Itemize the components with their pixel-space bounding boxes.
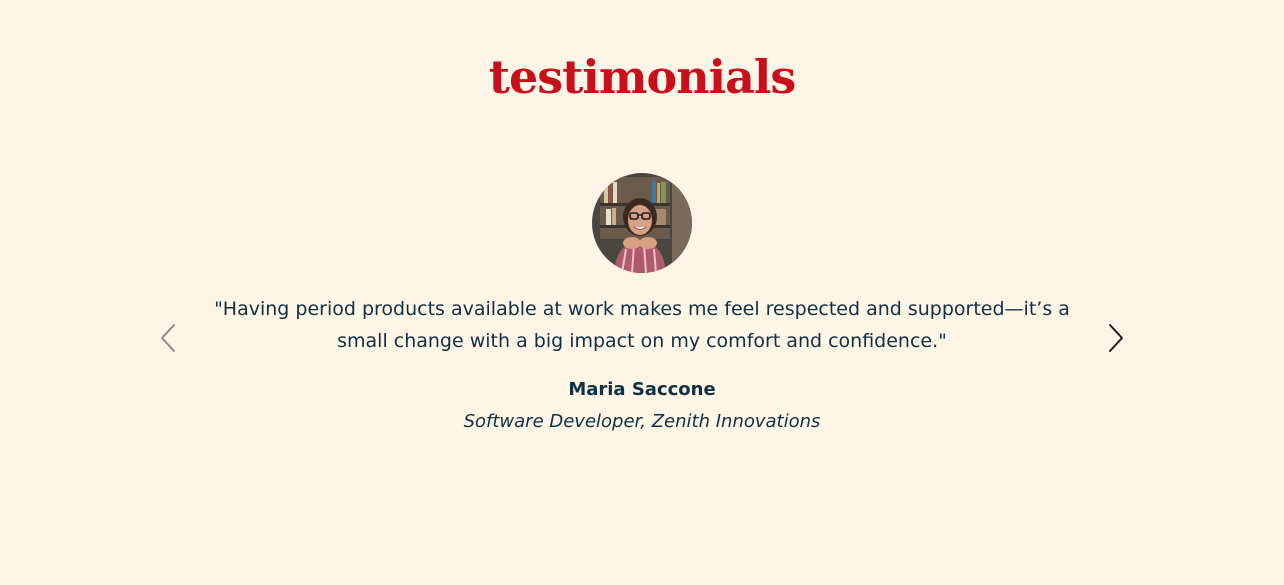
testimonial-author-name: Maria Saccone	[568, 379, 716, 400]
previous-testimonial-button[interactable]	[156, 322, 180, 354]
section-heading: testimonials	[488, 50, 797, 104]
testimonial-quote: "Having period products available at wor…	[214, 298, 1070, 352]
chevron-left-icon	[161, 324, 175, 352]
chevron-right-icon	[1109, 324, 1123, 352]
testimonial-author-role: Software Developer, Zenith Innovations	[463, 411, 821, 432]
next-testimonial-button[interactable]	[1104, 322, 1128, 354]
person-photo	[592, 173, 692, 273]
testimonial-avatar	[592, 173, 692, 273]
